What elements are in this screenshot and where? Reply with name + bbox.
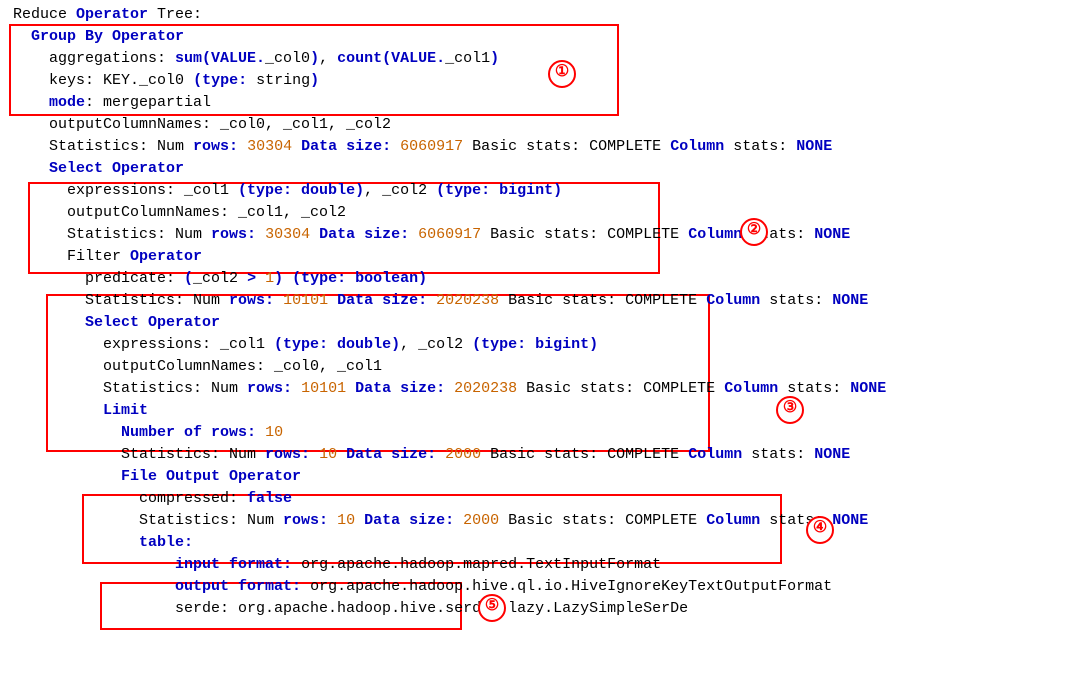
- line-input-format: input format: org.apache.hadoop.mapred.T…: [4, 554, 1080, 576]
- line-table: table:: [4, 532, 1080, 554]
- annotation-box-4: [82, 494, 782, 564]
- line-output-columns-2: outputColumnNames: _col1, _col2: [4, 202, 1080, 224]
- annotation-box-2: [28, 182, 660, 274]
- circled-number-2: ②: [740, 218, 768, 246]
- line-stats-1: Statistics: Num rows: 30304 Data size: 6…: [4, 136, 1080, 158]
- line-limit-rows: Number of rows: 10: [4, 422, 1080, 444]
- line-stats-5: Statistics: Num rows: 10 Data size: 2000…: [4, 444, 1080, 466]
- line-stats-4: Statistics: Num rows: 10101 Data size: 2…: [4, 378, 1080, 400]
- line-predicate: predicate: (_col2 > 1) (type: boolean): [4, 268, 1080, 290]
- line-keys: keys: KEY._col0 (type: string): [4, 70, 1080, 92]
- line-serde: serde: org.apache.hadoop.hive.serde2.laz…: [4, 598, 1080, 620]
- annotation-box-1: [9, 24, 619, 116]
- line-output-columns-3: outputColumnNames: _col0, _col1: [4, 356, 1080, 378]
- circled-number-1: ①: [548, 60, 576, 88]
- circled-number-3: ③: [776, 396, 804, 424]
- line-output-format: output format: org.apache.hadoop.hive.ql…: [4, 576, 1080, 598]
- annotation-box-5: [100, 582, 462, 630]
- line-reduce-header: Reduce Operator Tree:: [4, 4, 1080, 26]
- line-stats-3: Statistics: Num rows: 10101 Data size: 2…: [4, 290, 1080, 312]
- annotation-box-3: [46, 294, 710, 452]
- line-expressions-1: expressions: _col1 (type: double), _col2…: [4, 180, 1080, 202]
- line-expressions-2: expressions: _col1 (type: double), _col2…: [4, 334, 1080, 356]
- line-aggregations: aggregations: sum(VALUE._col0), count(VA…: [4, 48, 1080, 70]
- line-compressed: compressed: false: [4, 488, 1080, 510]
- line-limit-operator: Limit: [4, 400, 1080, 422]
- query-plan-text: ① ② ③ ④ ⑤ Reduce Operator Tree: Group By…: [0, 0, 1080, 692]
- line-stats-2: Statistics: Num rows: 30304 Data size: 6…: [4, 224, 1080, 246]
- line-select-operator-2: Select Operator: [4, 312, 1080, 334]
- circled-number-4: ④: [806, 516, 834, 544]
- line-group-by-operator: Group By Operator: [4, 26, 1080, 48]
- line-mode: mode: mergepartial: [4, 92, 1080, 114]
- line-output-columns-1: outputColumnNames: _col0, _col1, _col2: [4, 114, 1080, 136]
- line-select-operator-1: Select Operator: [4, 158, 1080, 180]
- line-filter-operator: Filter Operator: [4, 246, 1080, 268]
- circled-number-5: ⑤: [478, 594, 506, 622]
- line-stats-6: Statistics: Num rows: 10 Data size: 2000…: [4, 510, 1080, 532]
- line-file-output-operator: File Output Operator: [4, 466, 1080, 488]
